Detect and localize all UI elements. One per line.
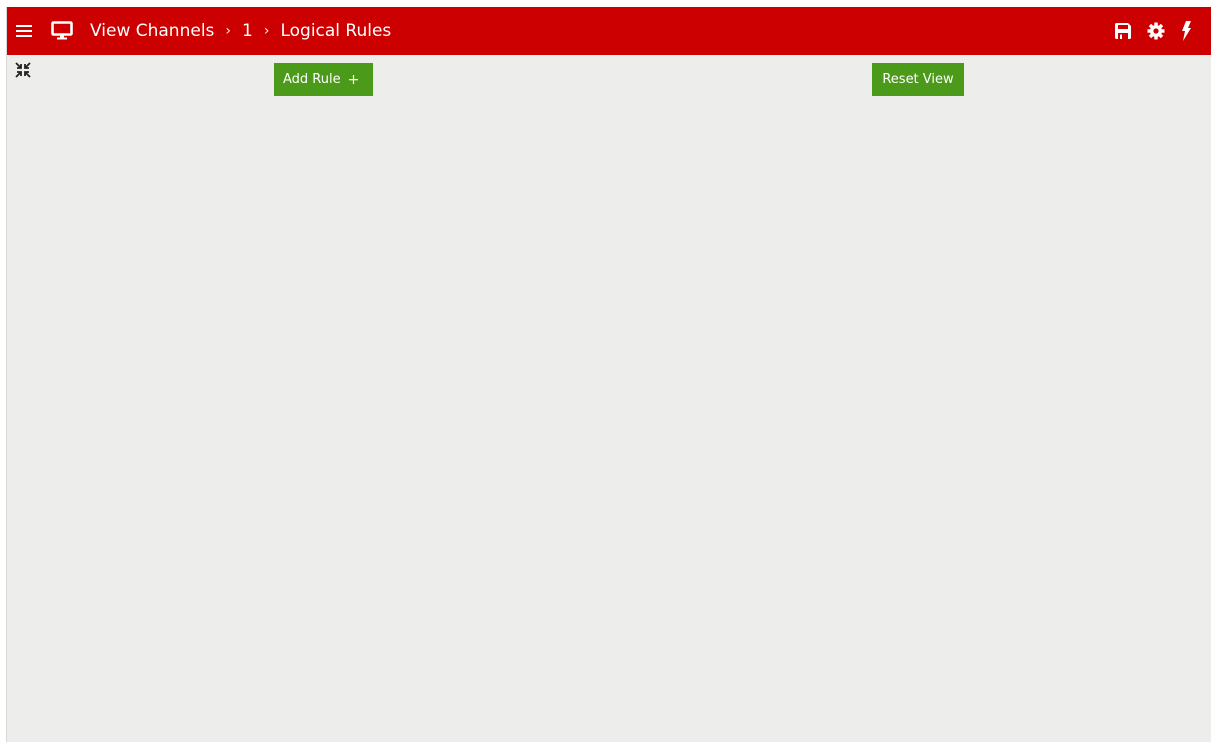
save-icon[interactable] <box>1114 22 1132 40</box>
monitor-icon[interactable] <box>50 19 74 43</box>
compress-icon[interactable] <box>14 61 32 79</box>
top-bar: View Channels › 1 › Logical Rules <box>7 7 1211 55</box>
breadcrumb-channel[interactable]: 1 <box>242 21 253 41</box>
reset-view-button[interactable]: Reset View <box>872 63 964 96</box>
breadcrumb-separator: › <box>225 23 232 39</box>
lightning-icon[interactable] <box>1180 20 1192 42</box>
add-rule-button[interactable]: Add Rule + <box>274 63 373 96</box>
breadcrumb: View Channels › 1 › Logical Rules <box>90 21 391 41</box>
breadcrumb-view-channels[interactable]: View Channels <box>90 21 214 41</box>
add-rule-label: Add Rule <box>283 72 341 87</box>
breadcrumb-logical-rules: Logical Rules <box>280 21 392 41</box>
reset-view-label: Reset View <box>882 72 954 87</box>
gear-icon[interactable] <box>1146 21 1166 41</box>
app-frame: View Channels › 1 › Logical Rules Add Ru… <box>6 7 1211 742</box>
hamburger-menu-icon[interactable] <box>15 22 33 40</box>
plus-icon: + <box>347 71 360 88</box>
breadcrumb-separator: › <box>263 23 270 39</box>
toolbar-actions <box>1100 7 1192 55</box>
